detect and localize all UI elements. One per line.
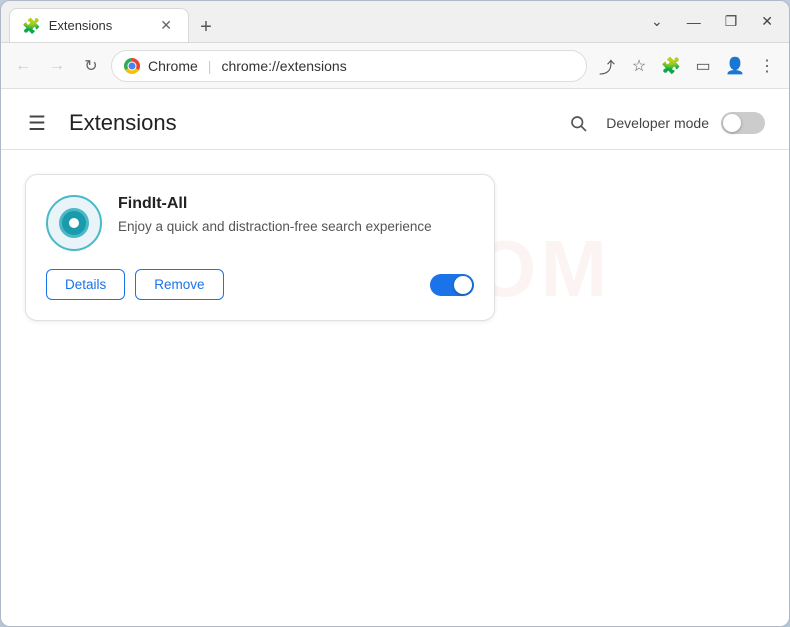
url-divider: |: [208, 58, 212, 74]
extension-info: FindIt-All Enjoy a quick and distraction…: [118, 195, 474, 237]
back-button[interactable]: ←: [9, 52, 37, 80]
split-screen-icon[interactable]: ▭: [689, 52, 717, 80]
share-icon[interactable]: ⤴: [593, 52, 621, 80]
card-actions: Details Remove: [46, 269, 474, 300]
card-top: FindIt-All Enjoy a quick and distraction…: [46, 195, 474, 251]
maximize-button[interactable]: ❐: [717, 9, 746, 34]
extension-name: FindIt-All: [118, 195, 474, 213]
developer-mode-label: Developer mode: [606, 115, 709, 131]
url-text: chrome://extensions: [221, 58, 346, 74]
new-tab-button[interactable]: +: [191, 12, 221, 42]
extension-toggle[interactable]: [430, 274, 474, 296]
title-bar: 🧩 Extensions ✕ + ⌄ — ❐ ✕: [1, 1, 789, 43]
hamburger-menu-button[interactable]: ☰: [21, 107, 53, 139]
tab-extension-icon: 🧩: [22, 17, 41, 35]
address-bar: ← → ↻ Chrome | chrome://extensions ⤴ ☆ 🧩…: [1, 43, 789, 89]
tab-close-button[interactable]: ✕: [156, 15, 176, 36]
refresh-button[interactable]: ↻: [77, 52, 105, 80]
extension-toggle-knob: [454, 276, 472, 294]
forward-button[interactable]: →: [43, 52, 71, 80]
close-button[interactable]: ✕: [753, 9, 781, 34]
profile-icon[interactable]: 👤: [721, 52, 749, 80]
search-button[interactable]: [562, 107, 594, 139]
more-options-icon[interactable]: ⋮: [753, 52, 781, 80]
page-content: ☰ Extensions Developer mode 🔍: [1, 89, 789, 626]
extension-icon-inner: [59, 208, 89, 238]
extension-description: Enjoy a quick and distraction-free searc…: [118, 217, 474, 237]
window-controls: ⌄ — ❐ ✕: [643, 9, 781, 34]
extension-icon: [46, 195, 102, 251]
site-name: Chrome: [148, 58, 198, 74]
active-tab[interactable]: 🧩 Extensions ✕: [9, 8, 189, 42]
page-title: Extensions: [69, 110, 177, 136]
url-bar[interactable]: Chrome | chrome://extensions: [111, 50, 587, 82]
extensions-body: 🔍 RISK.COM FindIt-All Enjoy a quick and …: [1, 150, 789, 345]
toggle-knob: [723, 114, 741, 132]
details-button[interactable]: Details: [46, 269, 125, 300]
browser-window: 🧩 Extensions ✕ + ⌄ — ❐ ✕ ← → ↻ Chrome | …: [0, 0, 790, 627]
profile-button[interactable]: ⌄: [643, 9, 671, 34]
tab-title: Extensions: [49, 18, 113, 33]
tab-area: 🧩 Extensions ✕ +: [9, 1, 631, 42]
minimize-button[interactable]: —: [679, 10, 709, 34]
chrome-logo-icon: [124, 58, 140, 74]
extensions-header: ☰ Extensions Developer mode: [1, 89, 789, 150]
developer-mode-toggle[interactable]: [721, 112, 765, 134]
remove-button[interactable]: Remove: [135, 269, 223, 300]
extensions-icon[interactable]: 🧩: [657, 52, 685, 80]
header-right: Developer mode: [562, 107, 765, 139]
bookmark-icon[interactable]: ☆: [625, 52, 653, 80]
toolbar-icons: ⤴ ☆ 🧩 ▭ 👤 ⋮: [593, 52, 781, 80]
extension-card: FindIt-All Enjoy a quick and distraction…: [25, 174, 495, 321]
